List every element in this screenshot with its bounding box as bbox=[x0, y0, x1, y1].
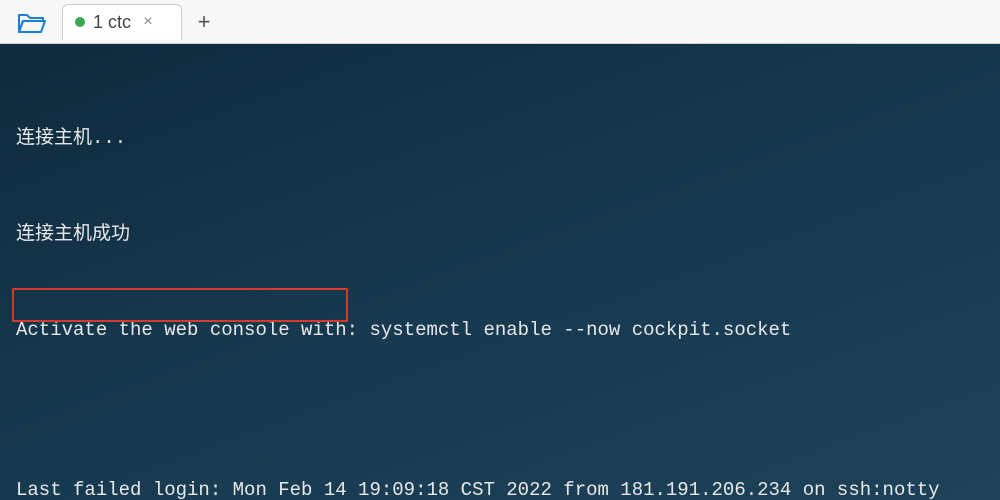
new-tab-button[interactable]: + bbox=[188, 6, 220, 38]
tab-label: 1 ctc bbox=[93, 12, 131, 33]
folder-open-icon bbox=[17, 10, 47, 34]
terminal-line: Last failed login: Mon Feb 14 19:09:18 C… bbox=[16, 474, 984, 500]
terminal-line: 连接主机成功 bbox=[16, 218, 984, 250]
terminal-pane[interactable]: 连接主机... 连接主机成功 Activate the web console … bbox=[0, 44, 1000, 500]
tab-close-button[interactable]: × bbox=[139, 13, 157, 31]
terminal-line: Activate the web console with: systemctl… bbox=[16, 314, 984, 346]
app-window: 1 ctc × + 连接主机... 连接主机成功 Activate the we… bbox=[0, 0, 1000, 500]
status-dot-icon bbox=[75, 17, 85, 27]
tab-bar: 1 ctc × + bbox=[0, 0, 1000, 44]
terminal-line: 连接主机... bbox=[16, 122, 984, 154]
tab-session-1[interactable]: 1 ctc × bbox=[62, 4, 182, 40]
open-folder-button[interactable] bbox=[8, 2, 56, 42]
